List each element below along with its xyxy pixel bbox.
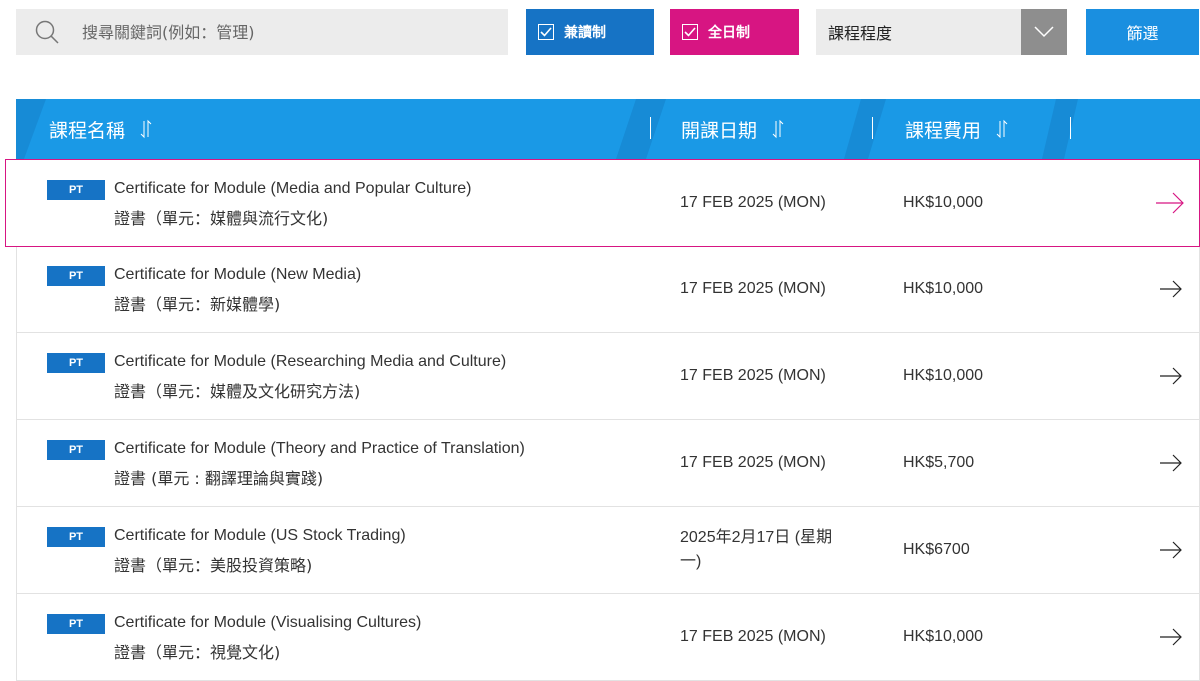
part-time-badge: PT — [47, 440, 105, 460]
column-header-course-name[interactable]: 課程名稱 — [49, 99, 153, 159]
course-title-en[interactable]: Certificate for Module (Media and Popula… — [114, 180, 472, 198]
column-label: 課程費用 — [905, 119, 982, 142]
header-decoration — [16, 99, 1078, 159]
course-title-en[interactable]: Certificate for Module (New Media) — [114, 266, 361, 284]
part-time-toggle[interactable]: 兼讀制 — [526, 9, 654, 55]
search-input[interactable] — [80, 9, 508, 55]
part-time-badge: PT — [47, 527, 105, 547]
course-fee: HK$10,000 — [903, 367, 984, 384]
course-fee: HK$10,000 — [903, 628, 984, 645]
table-header: 課程名稱 開課日期 課程費用 — [16, 99, 1200, 159]
table-row[interactable]: PT Certificate for Module (US Stock Trad… — [16, 507, 1200, 594]
column-label: 課程名稱 — [49, 119, 126, 142]
course-fee: HK$5,700 — [903, 454, 975, 471]
checkbox-checked-icon[interactable] — [538, 24, 554, 40]
start-date: 2025年2月17日 (星期一) — [680, 529, 833, 570]
course-fee: HK$10,000 — [903, 280, 984, 297]
start-date: 17 FEB 2025 (MON) — [680, 367, 826, 384]
course-title-zh[interactable]: 證書（單元：媒體及文化研究方法) — [114, 378, 360, 402]
course-title-en[interactable]: Certificate for Module (US Stock Trading… — [114, 527, 406, 545]
arrow-right-icon[interactable] — [1155, 192, 1185, 214]
arrow-right-icon[interactable] — [1155, 452, 1185, 474]
full-time-label: 全日制 — [708, 25, 750, 41]
part-time-badge: PT — [47, 266, 105, 286]
arrow-right-icon[interactable] — [1155, 626, 1185, 648]
column-divider — [872, 117, 873, 139]
start-date: 17 FEB 2025 (MON) — [680, 194, 826, 211]
course-title-en[interactable]: Certificate for Module (Theory and Pract… — [114, 440, 525, 458]
sort-icon[interactable] — [771, 118, 785, 140]
sort-icon[interactable] — [995, 118, 1009, 140]
part-time-label: 兼讀制 — [564, 25, 606, 41]
chevron-down-icon[interactable] — [1021, 9, 1067, 55]
table-row[interactable]: PT Certificate for Module (Visualising C… — [16, 594, 1200, 681]
course-level-dropdown[interactable]: 課程程度 — [816, 9, 1067, 55]
course-title-en[interactable]: Certificate for Module (Researching Medi… — [114, 353, 506, 371]
table-row[interactable]: PT Certificate for Module (Theory and Pr… — [16, 420, 1200, 507]
arrow-right-icon[interactable] — [1155, 539, 1185, 561]
column-divider — [650, 117, 651, 139]
part-time-badge: PT — [47, 180, 105, 200]
course-title-en[interactable]: Certificate for Module (Visualising Cult… — [114, 614, 421, 632]
full-time-toggle[interactable]: 全日制 — [670, 9, 799, 55]
part-time-badge: PT — [47, 614, 105, 634]
filter-button[interactable]: 篩選 — [1086, 9, 1199, 55]
start-date: 17 FEB 2025 (MON) — [680, 628, 826, 645]
column-header-fee[interactable]: 課程費用 — [905, 99, 1009, 159]
filter-bar: 兼讀制 全日制 課程程度 篩選 — [16, 9, 1200, 55]
table-row[interactable]: PT Certificate for Module (New Media) 證書… — [16, 246, 1200, 333]
search-icon — [34, 19, 60, 45]
course-level-selected: 課程程度 — [828, 24, 893, 43]
column-header-start-date[interactable]: 開課日期 — [681, 99, 785, 159]
course-title-zh[interactable]: 證書（單元：美股投資策略) — [114, 552, 312, 576]
column-divider — [1070, 117, 1071, 139]
column-label: 開課日期 — [681, 119, 758, 142]
checkbox-checked-icon[interactable] — [682, 24, 698, 40]
arrow-right-icon[interactable] — [1155, 365, 1185, 387]
start-date: 17 FEB 2025 (MON) — [680, 280, 826, 297]
course-title-zh[interactable]: 證書（單元：新媒體學) — [114, 291, 280, 315]
sort-icon[interactable] — [139, 118, 153, 140]
search-box[interactable] — [16, 9, 508, 55]
course-title-zh[interactable]: 證書 (單元 : 翻譯理論與實踐) — [114, 465, 323, 489]
part-time-badge: PT — [47, 353, 105, 373]
course-title-zh[interactable]: 證書（單元：視覺文化) — [114, 639, 280, 663]
course-fee: HK$10,000 — [903, 194, 984, 211]
table-row[interactable]: PT Certificate for Module (Media and Pop… — [5, 159, 1200, 247]
course-fee: HK$6700 — [903, 541, 970, 558]
course-title-zh[interactable]: 證書（單元：媒體與流行文化) — [114, 205, 328, 229]
arrow-right-icon[interactable] — [1155, 278, 1185, 300]
start-date: 17 FEB 2025 (MON) — [680, 454, 826, 471]
table-row[interactable]: PT Certificate for Module (Researching M… — [16, 333, 1200, 420]
